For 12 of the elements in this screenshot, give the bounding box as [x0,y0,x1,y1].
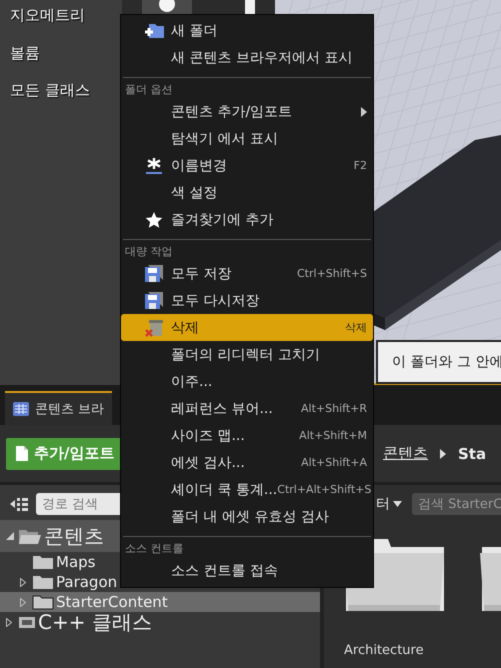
shortcut-label: F2 [354,159,367,172]
section-header: 소스 컨트롤 [124,541,184,557]
shortcut-label: Alt+Shift+A [301,456,367,469]
shortcut-label: Ctrl+Alt+Shift+S [277,483,372,496]
section-header: 폴더 옵션 [124,82,174,98]
section-header: 대량 작업 [124,244,174,260]
asset-name: Architecture [344,643,425,658]
shortcut-label: 삭제 [345,320,367,335]
shortcut-label: Ctrl+Shift+S [297,267,367,280]
shortcut-label: Alt+Shift+R [301,402,367,415]
shortcut-label: Alt+Shift+M [299,429,367,442]
tooltip: 이 폴더와 그 안에 [376,340,501,384]
